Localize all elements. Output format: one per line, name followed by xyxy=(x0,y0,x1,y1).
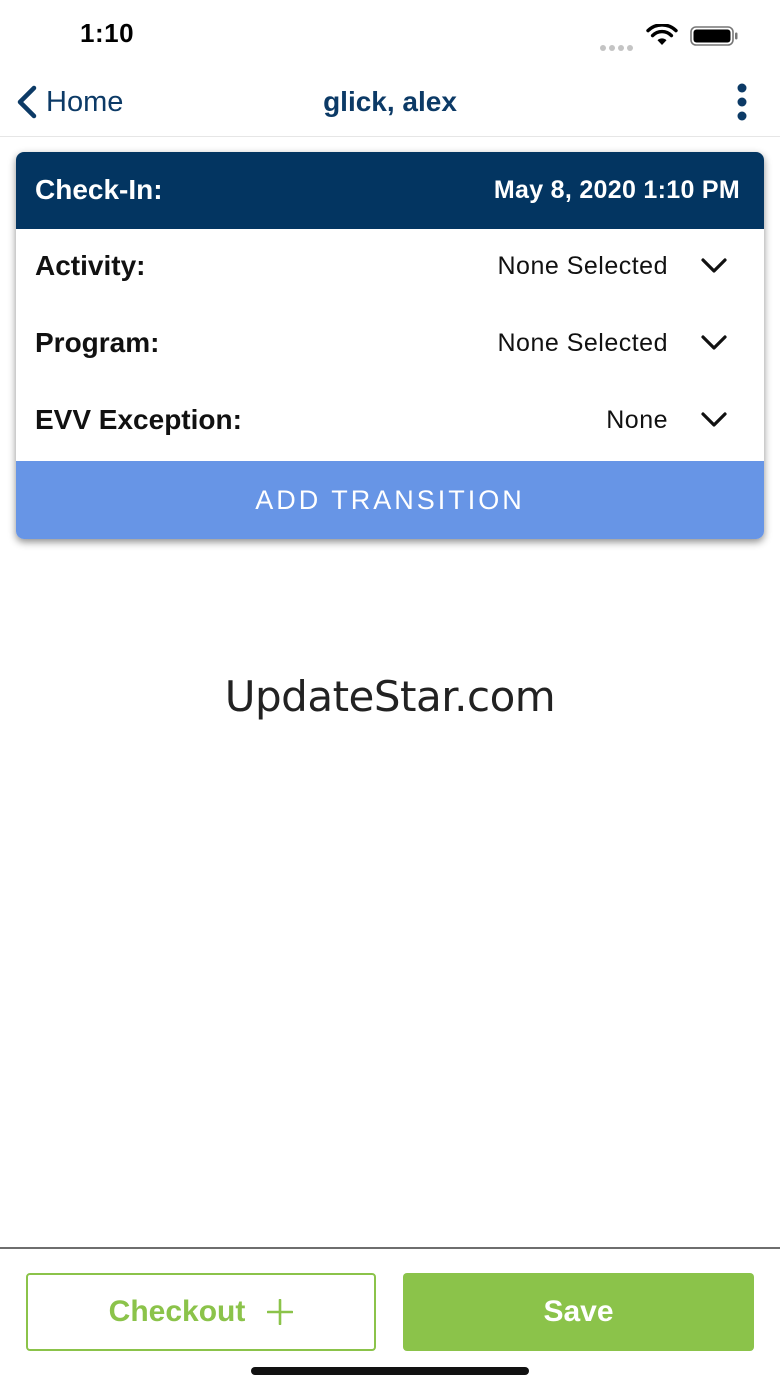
bottom-action-bar: Checkout Save xyxy=(0,1247,780,1387)
wifi-icon xyxy=(646,24,678,45)
check-in-datetime: May 8, 2020 1:10 PM xyxy=(493,176,740,204)
home-indicator xyxy=(251,1367,529,1375)
program-label: Program: xyxy=(35,327,160,358)
program-value: None Selected xyxy=(497,329,668,357)
battery-icon xyxy=(690,26,738,46)
activity-label: Activity: xyxy=(35,250,146,281)
chevron-down-icon xyxy=(701,412,727,427)
status-bar: 1:10 xyxy=(0,0,780,70)
more-options-icon[interactable] xyxy=(728,80,756,124)
activity-value: None Selected xyxy=(497,252,668,280)
plus-icon xyxy=(267,1299,294,1325)
check-in-label: Check-In: xyxy=(35,174,163,205)
page-title: glick, alex xyxy=(323,86,457,117)
status-time: 1:10 xyxy=(80,18,135,48)
program-select[interactable]: Program: None Selected xyxy=(16,306,764,383)
add-transition-button[interactable]: ADD TRANSITION xyxy=(16,461,764,539)
checkout-label: Checkout xyxy=(108,1295,246,1328)
card-header: Check-In: May 8, 2020 1:10 PM xyxy=(16,152,764,229)
nav-bar: Home glick, alex xyxy=(0,70,780,137)
chevron-down-icon xyxy=(701,258,727,273)
checkout-button[interactable]: Checkout xyxy=(26,1273,376,1351)
check-in-card: Check-In: May 8, 2020 1:10 PM Activity: … xyxy=(16,152,764,539)
save-button[interactable]: Save xyxy=(403,1273,754,1351)
evv-exception-value: None xyxy=(606,406,668,434)
evv-exception-select[interactable]: EVV Exception: None xyxy=(16,383,764,460)
activity-select[interactable]: Activity: None Selected xyxy=(16,229,764,306)
signal-icon xyxy=(600,38,636,51)
screen: 1:10 Home glick, alex Check-In: May 8, 2… xyxy=(0,0,780,1387)
watermark: UpdateStar.com xyxy=(224,672,556,721)
evv-exception-label: EVV Exception: xyxy=(35,404,242,435)
save-label: Save xyxy=(543,1295,614,1328)
chevron-down-icon xyxy=(701,335,727,350)
